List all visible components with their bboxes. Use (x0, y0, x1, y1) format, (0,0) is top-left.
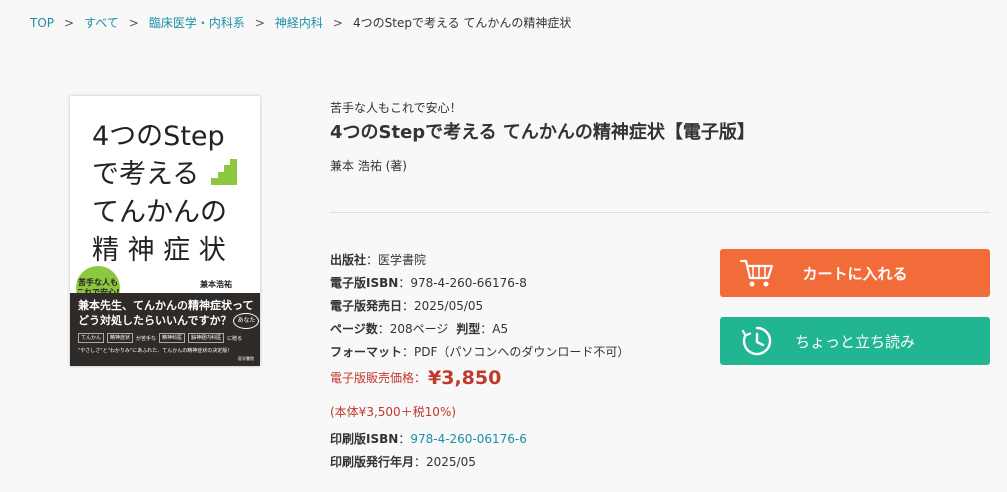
e-isbn-value: ：978-4-260-66176-8 (398, 276, 527, 290)
pages-label: ページ数 (330, 322, 378, 336)
cover-publisher: 医学書院 (238, 356, 254, 361)
cover-band: 兼本先生、てんかんの精神症状って どう対処したらいいんですか？ あなた てんかん … (70, 293, 260, 366)
cover-band-tags: てんかん 精神症状 が苦手な 精神科医 脳神経内科医 に贈る (78, 333, 242, 343)
format-label: フォーマット (330, 345, 403, 359)
price-value: ¥3,850 (428, 367, 502, 389)
breadcrumb-separator: > (128, 15, 139, 30)
pages-row: ページ数：208ページ 判型：A5 (330, 320, 508, 337)
print-isbn-link[interactable]: 978-4-260-06176-6 (410, 432, 527, 446)
cover-tag-text: が苦手な (136, 335, 157, 342)
cover-band-tagline: "やさしさ"と"わかりみ"にあふれた、てんかんの精神症状の決定版！ (78, 348, 233, 354)
cover-tag-text: に贈る (227, 335, 243, 342)
cover-badge-line: 苦手な人も (78, 278, 118, 287)
breadcrumb-separator: > (332, 15, 343, 30)
e-release-row: 電子版発売日：2025/05/05 (330, 297, 483, 314)
print-release-value: ：2025/05 (414, 455, 476, 469)
print-isbn-sep: ： (398, 432, 411, 446)
cover-title-line: で考える (92, 159, 200, 190)
add-to-cart-button[interactable]: カートに入れる (720, 249, 990, 297)
book-cover[interactable]: 4つのStep で考える てんかんの 精 神 症 状 苦手な人も これで安心! … (70, 96, 260, 366)
print-isbn-label: 印刷版ISBN (330, 432, 399, 446)
publisher-value: ：医学書院 (366, 253, 427, 267)
divider (330, 212, 990, 213)
e-isbn-row: 電子版ISBN：978-4-260-66176-8 (330, 274, 527, 291)
breadcrumb-clinical-medicine[interactable]: 臨床医学・内科系 (149, 14, 245, 31)
breadcrumb-separator: > (254, 15, 265, 30)
add-to-cart-label: カートに入れる (802, 264, 908, 283)
cover-title-line: 4つのStep (92, 121, 225, 152)
e-release-label: 電子版発売日 (330, 299, 403, 313)
e-release-value: ：2025/05/05 (402, 299, 484, 313)
publisher-label: 出版社 (330, 253, 367, 267)
cover-title: 4つのStep で考える てんかんの 精 神 症 状 (92, 118, 227, 270)
breadcrumb-top[interactable]: TOP (30, 16, 54, 30)
size-label: 判型 (456, 322, 481, 336)
preview-button[interactable]: ちょっと立ち読み (720, 317, 990, 365)
e-isbn-label: 電子版ISBN (330, 276, 399, 290)
breadcrumb-neurology[interactable]: 神経内科 (275, 14, 323, 31)
breadcrumb: TOP > すべて > 臨床医学・内科系 > 神経内科 > 4つのStepで考え… (30, 14, 571, 31)
breadcrumb-current: 4つのStepで考える てんかんの精神症状 (352, 16, 572, 30)
publisher-row: 出版社：医学書院 (330, 251, 426, 268)
pages-value: ：208ページ (377, 322, 449, 336)
format-row: フォーマット：PDF（パソコンへのダウンロード不可） (330, 343, 629, 360)
cover-tag: 精神症状 (107, 333, 134, 343)
format-value: ：PDF（パソコンへのダウンロード不可） (402, 345, 630, 359)
product-title: 4つのStepで考える てんかんの精神症状【電子版】 (330, 122, 755, 143)
product-subtitle: 苦手な人もこれで安心！ (330, 101, 462, 115)
breadcrumb-separator: > (64, 15, 75, 30)
cover-band-question: どう対処したらいいんですか？ あなた (78, 312, 260, 329)
size-value: ：A5 (480, 322, 509, 336)
price-row: 電子版販売価格： ¥3,850 (330, 367, 501, 389)
breadcrumb-all[interactable]: すべて (84, 14, 119, 31)
cover-title-line: 精 神 症 状 (92, 235, 226, 266)
price-breakdown: (本体¥3,500＋税10%) (330, 405, 457, 419)
cover-tag: てんかん (78, 333, 105, 343)
preview-label: ちょっと立ち読み (794, 332, 915, 351)
cover-title-line: てんかんの (92, 197, 227, 228)
print-release-row: 印刷版発行年月：2025/05 (330, 453, 476, 470)
stairs-icon (211, 159, 237, 185)
cover-tag: 精神科医 (159, 333, 186, 343)
cover-band-ring: あなた (233, 313, 260, 329)
product-authors: 兼本 浩祐 (著) (330, 159, 407, 173)
cover-band-question-text: どう対処したらいいんですか？ (78, 314, 232, 327)
cover-band-headline: 兼本先生、てんかんの精神症状って (78, 299, 254, 312)
cover-author: 兼本浩祐 (200, 280, 232, 289)
price-label: 電子版販売価格： (330, 371, 427, 385)
print-isbn-row: 印刷版ISBN：978-4-260-06176-6 (330, 430, 527, 447)
print-release-label: 印刷版発行年月 (330, 455, 415, 469)
cover-tag: 脳神経内科医 (188, 333, 225, 343)
